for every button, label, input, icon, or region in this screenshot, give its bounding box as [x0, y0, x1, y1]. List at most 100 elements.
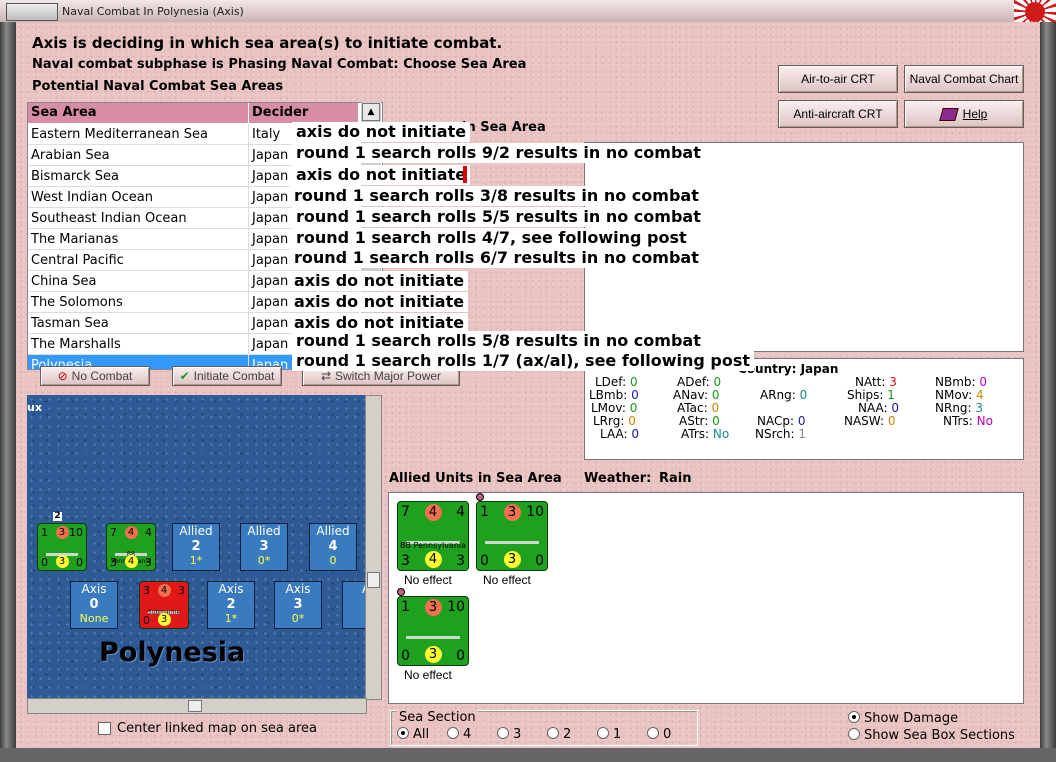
- axis-sea-box[interactable]: Axis 2 1*: [207, 581, 255, 629]
- show-damage-radio[interactable]: [848, 711, 860, 723]
- warship-icon: [485, 531, 539, 544]
- sea-section-radio[interactable]: [547, 727, 559, 739]
- sea-section-radio[interactable]: [647, 727, 659, 739]
- sea-section-radio[interactable]: [497, 727, 509, 739]
- sea-section-option[interactable]: 3: [497, 727, 521, 742]
- allied-sea-box[interactable]: Allied 2 1*: [172, 523, 220, 571]
- sea-section-option[interactable]: 2: [547, 727, 571, 742]
- row-sea-area: The Marshalls: [31, 337, 121, 352]
- show-damage-option[interactable]: Show Damage: [848, 711, 958, 726]
- stat-value: 0: [979, 375, 988, 389]
- map-horizontal-scrollbar[interactable]: [27, 698, 367, 714]
- map-vertical-scrollbar[interactable]: [365, 395, 382, 700]
- sea-section-title: Sea Section: [397, 710, 478, 725]
- air-to-air-crt-button[interactable]: Air-to-air CRT: [778, 65, 898, 93]
- defense-circle: 4: [424, 504, 442, 521]
- row-decider: Japan: [252, 169, 289, 184]
- stat-value: 0: [631, 427, 640, 441]
- sea-box-number: 2: [226, 597, 236, 612]
- stat-item: NASW: 0: [844, 414, 895, 428]
- attack-factor: 1: [401, 599, 410, 615]
- stat-key: NASW:: [844, 414, 885, 428]
- sea-box-side: Axis: [285, 582, 311, 596]
- sea-area-map[interactable]: ux Allied 2 1* Allied 3 0* Allied 4 0 Axis 0 None Ax…: [27, 395, 365, 698]
- row-sea-area: Southeast Indian Ocean: [31, 211, 187, 226]
- naval-combat-chart-button[interactable]: Naval Combat Chart: [904, 65, 1024, 93]
- damage-marker-icon: [397, 588, 405, 596]
- combat-result: No effect: [483, 573, 531, 587]
- result-note: round 1 search rolls 4/7, see following …: [292, 228, 691, 248]
- window-menu-button[interactable]: [6, 3, 58, 21]
- show-sections-option[interactable]: Show Sea Box Sections: [848, 728, 1015, 743]
- stat-value: 1: [887, 388, 895, 402]
- sea-box-side: Allied: [247, 524, 281, 538]
- stat-value: 0: [629, 401, 638, 415]
- stat-key: LAA:: [600, 427, 628, 441]
- col-header-decider[interactable]: Decider: [249, 103, 359, 123]
- aa-factor: 0: [401, 648, 410, 664]
- anti-aircraft-crt-button[interactable]: Anti-aircraft CRT: [778, 100, 898, 128]
- aa-factor: 0: [143, 614, 150, 627]
- japan-flag-icon: [1014, 0, 1056, 24]
- stat-key: ANav:: [673, 388, 709, 402]
- sea-section-option[interactable]: 0: [647, 727, 671, 742]
- row-divider: [248, 271, 249, 292]
- allied-sea-box[interactable]: Allied 4 0: [309, 523, 357, 571]
- sea-box-number: 4: [328, 539, 338, 554]
- defense-circle: 4: [124, 526, 138, 539]
- sea-section-option[interactable]: 4: [447, 727, 471, 742]
- stat-value: 4: [976, 388, 984, 402]
- no-combat-label: No Combat: [71, 369, 133, 383]
- stat-item: NBmb: 0: [935, 375, 987, 389]
- row-decider: Japan: [252, 211, 289, 226]
- map-vscroll-thumb[interactable]: [367, 572, 380, 588]
- sea-section-radio[interactable]: [597, 727, 609, 739]
- map-unit-counter-submarine[interactable]: 343Submarine03: [139, 581, 189, 629]
- allied-unit-counter[interactable]: 1 3 10 0 3 0: [476, 501, 548, 571]
- show-sections-radio[interactable]: [848, 728, 860, 740]
- axis-sea-box[interactable]: Axis 3 0*: [274, 581, 322, 629]
- stat-value: 0: [797, 414, 806, 428]
- sea-section-radio[interactable]: [397, 727, 409, 739]
- no-combat-button[interactable]: ⊘ No Combat: [40, 366, 150, 386]
- allied-unit-counter[interactable]: 7 4 4 BB Pennsylvania 3 4 3: [397, 501, 469, 571]
- sea-section-option-label: 3: [513, 727, 522, 742]
- stat-key: AStr:: [679, 414, 709, 428]
- row-decider: Japan: [252, 295, 289, 310]
- sea-section-option-label: 4: [463, 727, 472, 742]
- help-button[interactable]: Help: [904, 100, 1024, 128]
- stat-item: LMov: 0: [591, 401, 637, 415]
- row-sea-area: Tasman Sea: [31, 316, 109, 331]
- col-header-sea-area[interactable]: Sea Area: [28, 103, 249, 123]
- map-hscroll-thumb[interactable]: [188, 700, 202, 712]
- sea-section-radio[interactable]: [447, 727, 459, 739]
- center-map-checkbox[interactable]: [98, 722, 111, 735]
- aa-factor: 0: [480, 553, 489, 569]
- map-unit-counter[interactable]: 1 3 10 0 3 0: [37, 523, 87, 571]
- allied-sea-box[interactable]: Allied 3 0*: [240, 523, 288, 571]
- range-factor: 10: [69, 526, 83, 539]
- allied-unit-counter[interactable]: 1 3 10 0 3 0: [397, 596, 469, 666]
- stat-value: 3: [889, 375, 897, 389]
- axis-sea-box[interactable]: Axis 0 None: [70, 581, 118, 629]
- stat-key: NSrch:: [755, 427, 795, 441]
- map-unit-counter-bb[interactable]: 744BB Pennsylvania343: [106, 523, 156, 571]
- subphase-text: Naval combat subphase is Phasing Naval C…: [32, 57, 527, 72]
- stat-value: 0: [713, 375, 722, 389]
- stat-value: 0: [631, 388, 639, 402]
- sea-section-option[interactable]: All: [397, 727, 429, 742]
- row-sea-area: Bismarck Sea: [31, 169, 120, 184]
- initiate-combat-button[interactable]: ✔ Initiate Combat: [172, 366, 282, 386]
- weather-value: Rain: [659, 471, 692, 486]
- result-note: round 1 search rolls 1/7 (ax/al), see fo…: [292, 351, 755, 371]
- result-note: axis do not initiate: [290, 271, 469, 291]
- scroll-up-arrow-icon[interactable]: ▲: [362, 103, 380, 121]
- result-note: axis do not initiate: [292, 165, 471, 185]
- attack-factor: 7: [110, 526, 117, 539]
- range-factor: 3: [178, 584, 185, 597]
- aa-factor: 0: [41, 556, 48, 569]
- sea-section-option[interactable]: 1: [597, 727, 621, 742]
- damage-marker-icon: [476, 493, 484, 501]
- movement-circle: 3: [424, 646, 442, 663]
- axis-sea-box[interactable]: A: [342, 581, 365, 629]
